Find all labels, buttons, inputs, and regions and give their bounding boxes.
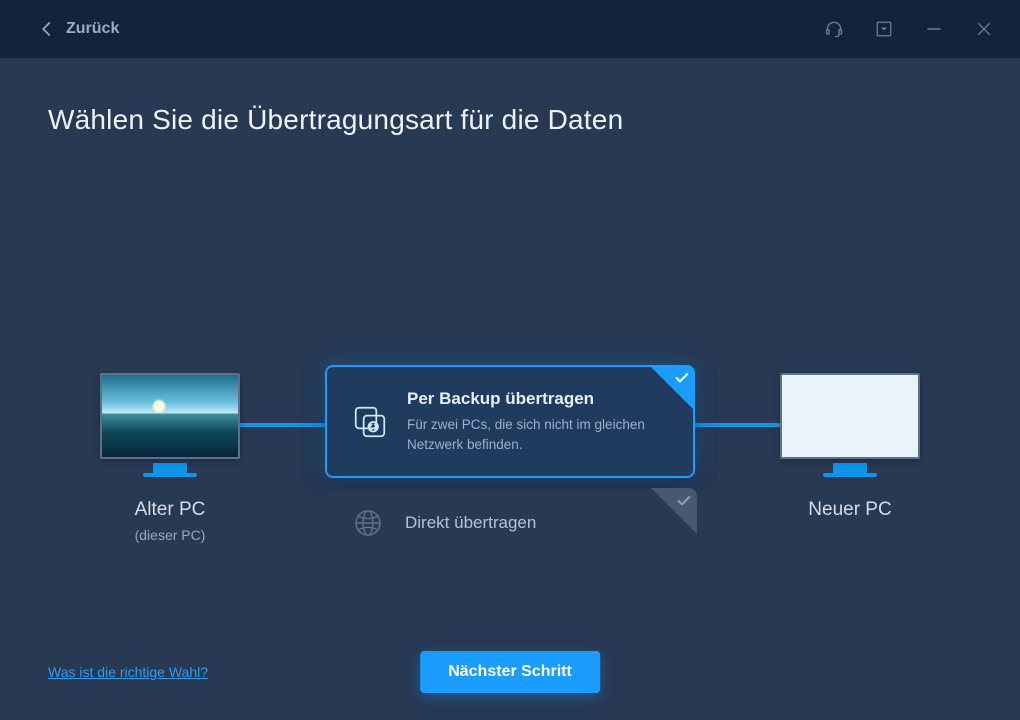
- option-backup-desc: Für zwei PCs, die sich nicht im gleichen…: [407, 415, 667, 454]
- option-direct-title: Direkt übertragen: [405, 513, 671, 533]
- footer: Was ist die richtige Wahl? Nächster Schr…: [48, 664, 972, 680]
- option-backup-text: Per Backup übertragen Für zwei PCs, die …: [407, 389, 669, 454]
- old-pc-monitor-icon: [100, 373, 240, 459]
- new-pc: Neuer PC: [740, 373, 960, 521]
- titlebar: Zurück: [0, 0, 1020, 58]
- option-backup-title: Per Backup übertragen: [407, 389, 669, 409]
- option-direct-text: Direkt übertragen: [405, 513, 671, 533]
- next-button[interactable]: Nächster Schritt: [420, 651, 600, 693]
- transfer-backup-icon: [351, 403, 389, 441]
- transfer-options: Per Backup übertragen Für zwei PCs, die …: [325, 365, 695, 556]
- dropdown-icon[interactable]: [874, 19, 894, 39]
- arrow-left-icon: [38, 20, 56, 38]
- headset-icon[interactable]: [824, 19, 844, 39]
- help-link[interactable]: Was ist die richtige Wahl?: [48, 664, 208, 680]
- app-window: Zurück Wählen Sie die Übertragungsart fü…: [0, 0, 1020, 720]
- minimize-icon[interactable]: [924, 19, 944, 39]
- new-pc-monitor-icon: [780, 373, 920, 459]
- back-label: Zurück: [66, 20, 119, 38]
- back-button[interactable]: Zurück: [38, 20, 119, 38]
- selected-check-icon: [649, 365, 695, 411]
- option-backup[interactable]: Per Backup übertragen Für zwei PCs, die …: [325, 365, 695, 478]
- old-pc-sublabel: (dieser PC): [60, 527, 280, 543]
- content-area: Wählen Sie die Übertragungsart für die D…: [0, 58, 1020, 720]
- globe-icon: [349, 504, 387, 542]
- unselected-check-icon: [651, 488, 697, 534]
- option-direct[interactable]: Direkt übertragen: [325, 490, 695, 556]
- old-pc-label: Alter PC: [60, 499, 280, 521]
- old-pc: Alter PC (dieser PC): [60, 373, 280, 543]
- new-pc-label: Neuer PC: [740, 499, 960, 521]
- titlebar-actions: [824, 19, 1012, 39]
- close-icon[interactable]: [974, 19, 994, 39]
- page-title: Wählen Sie die Übertragungsart für die D…: [48, 104, 972, 136]
